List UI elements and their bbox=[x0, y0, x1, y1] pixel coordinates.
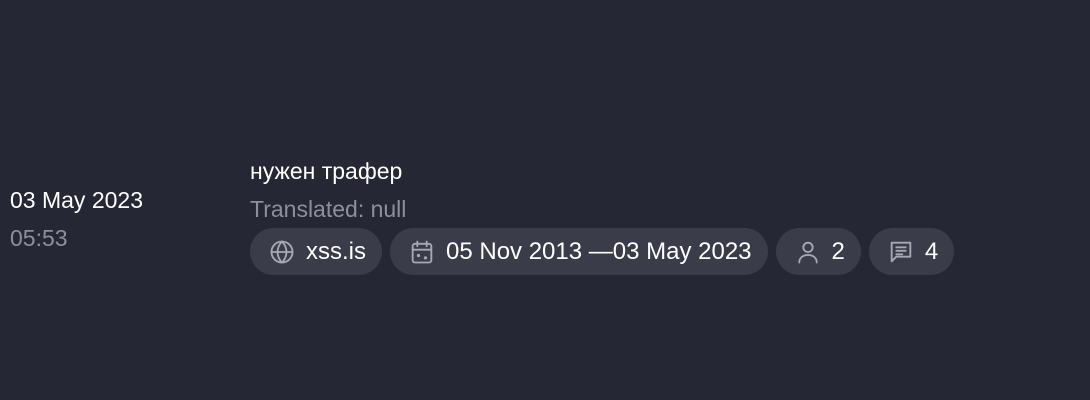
messages-chip[interactable]: 4 bbox=[868, 228, 955, 275]
period-label: 05 Nov 2013 —03 May 2023 bbox=[446, 237, 752, 265]
users-chip[interactable]: 2 bbox=[775, 228, 861, 275]
users-count: 2 bbox=[831, 237, 845, 265]
post-translation: Translated: null bbox=[250, 196, 407, 222]
source-label: xss.is bbox=[306, 237, 366, 265]
calendar-icon bbox=[408, 238, 436, 266]
date-column: 03 May 2023 05:53 bbox=[10, 185, 143, 253]
period-chip[interactable]: 05 Nov 2013 —03 May 2023 bbox=[390, 228, 768, 275]
feed-row: 03 May 2023 05:53 нужен трафер Translate… bbox=[0, 0, 1090, 400]
user-icon bbox=[794, 238, 822, 266]
meta-chips: xss.is 05 Nov 2013 —03 May 2023 2 4 bbox=[250, 228, 955, 275]
source-chip[interactable]: xss.is bbox=[250, 228, 382, 275]
post-date: 03 May 2023 bbox=[10, 187, 143, 213]
post-time: 05:53 bbox=[10, 225, 68, 251]
post-title[interactable]: нужен трафер bbox=[250, 156, 954, 186]
globe-icon bbox=[268, 238, 296, 266]
message-icon bbox=[887, 238, 915, 266]
messages-count: 4 bbox=[924, 237, 939, 265]
content-column: нужен трафер Translated: null xss.is 05 … bbox=[250, 156, 955, 275]
